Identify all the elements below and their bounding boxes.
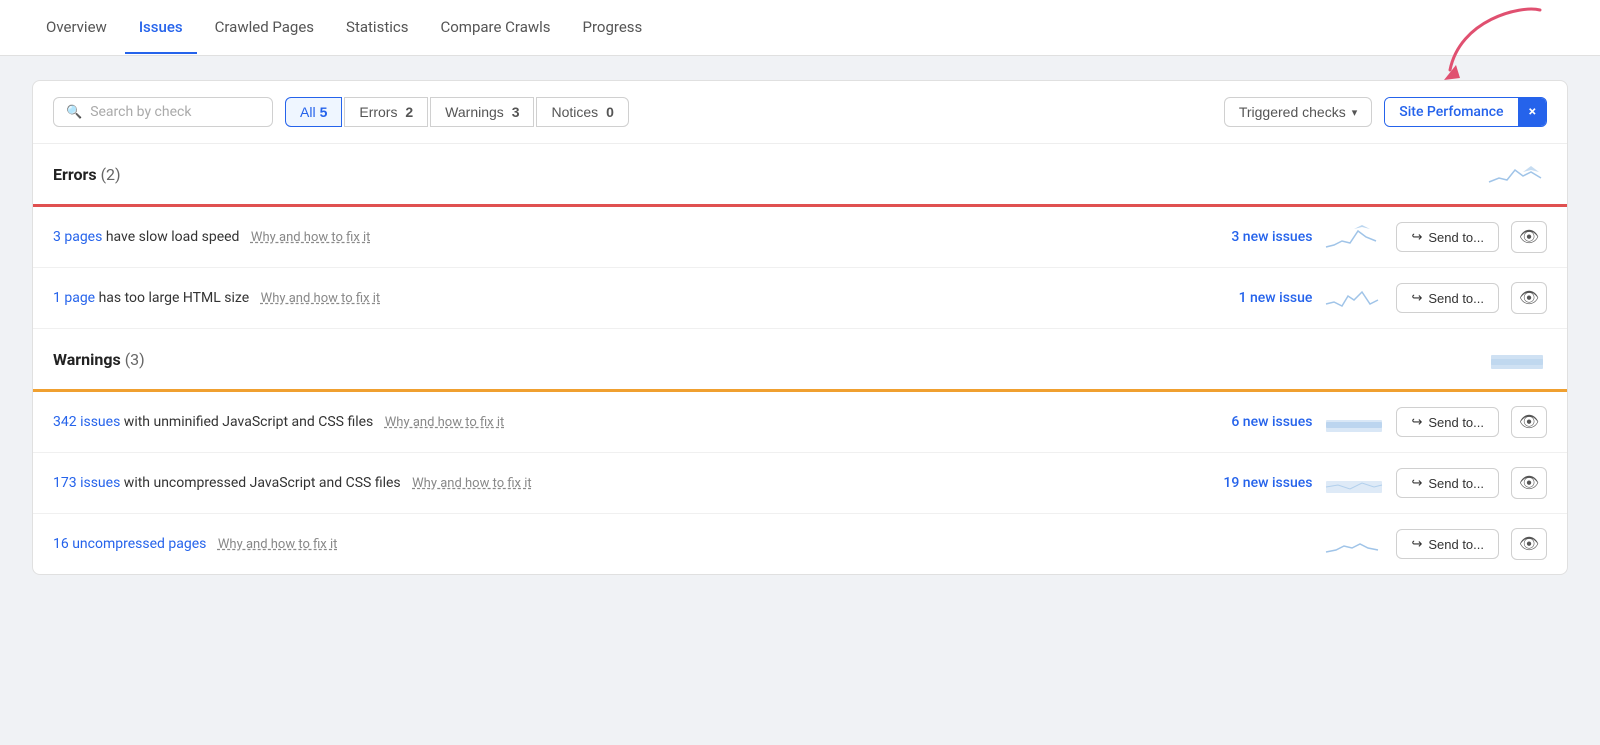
error-2-fix-link[interactable]: Why and how to fix it bbox=[261, 291, 381, 306]
warnings-summary-sparkline bbox=[1487, 343, 1547, 375]
warning-2-send-button[interactable]: ↪ Send to... bbox=[1396, 468, 1499, 498]
issues-card: 🔍 Search by check All5 Errors 2 Warnings… bbox=[32, 80, 1568, 575]
warning-2-text: 173 issues with uncompressed JavaScript … bbox=[53, 475, 1180, 491]
errors-title: Errors (2) bbox=[53, 165, 121, 184]
triggered-checks-button[interactable]: Triggered checks ▾ bbox=[1224, 97, 1372, 127]
error-1-eye-button[interactable]: 👁 bbox=[1511, 221, 1547, 253]
errors-summary-sparkline bbox=[1487, 158, 1547, 190]
warnings-section-header: Warnings (3) bbox=[33, 329, 1567, 389]
error-1-fix-link[interactable]: Why and how to fix it bbox=[251, 230, 371, 245]
warning-3-sparkline bbox=[1324, 528, 1384, 560]
filter-notices[interactable]: Notices 0 bbox=[536, 97, 628, 127]
eye-icon: 👁 bbox=[1519, 227, 1539, 247]
warnings-title: Warnings (3) bbox=[53, 350, 145, 369]
filter-errors[interactable]: Errors 2 bbox=[344, 97, 428, 127]
errors-section-header: Errors (2) bbox=[33, 144, 1567, 204]
nav-issues[interactable]: Issues bbox=[125, 2, 197, 54]
filter-warnings[interactable]: Warnings 3 bbox=[430, 97, 534, 127]
share-icon: ↪ bbox=[1411, 414, 1422, 430]
eye-icon: 👁 bbox=[1519, 473, 1539, 493]
warning-2-fix-link[interactable]: Why and how to fix it bbox=[412, 476, 532, 491]
search-icon: 🔍 bbox=[66, 105, 82, 120]
site-performance-label[interactable]: Site Perfomance bbox=[1385, 98, 1517, 126]
chevron-down-icon: ▾ bbox=[1352, 106, 1358, 119]
filter-all[interactable]: All5 bbox=[285, 97, 342, 127]
error-2-text: 1 page has too large HTML size Why and h… bbox=[53, 290, 1180, 306]
warning-2-new-issues: 19 new issues bbox=[1192, 475, 1312, 491]
warning-row-1: 342 issues with unminified JavaScript an… bbox=[33, 392, 1567, 453]
warning-1-new-issues: 6 new issues bbox=[1192, 414, 1312, 430]
warning-2-eye-button[interactable]: 👁 bbox=[1511, 467, 1547, 499]
eye-icon: 👁 bbox=[1519, 412, 1539, 432]
warning-1-sparkline bbox=[1324, 406, 1384, 438]
error-1-sparkline bbox=[1324, 221, 1384, 253]
error-1-send-button[interactable]: ↪ Send to... bbox=[1396, 222, 1499, 252]
share-icon: ↪ bbox=[1411, 290, 1422, 306]
error-2-send-button[interactable]: ↪ Send to... bbox=[1396, 283, 1499, 313]
error-2-sparkline bbox=[1324, 282, 1384, 314]
warning-1-link[interactable]: 342 issues bbox=[53, 414, 120, 430]
filter-group: All5 Errors 2 Warnings 3 Notices 0 bbox=[285, 97, 629, 127]
error-1-text: 3 pages have slow load speed Why and how… bbox=[53, 229, 1180, 245]
main-nav: Overview Issues Crawled Pages Statistics… bbox=[0, 0, 1600, 56]
error-1-new-issues: 3 new issues bbox=[1192, 229, 1312, 245]
toolbar: 🔍 Search by check All5 Errors 2 Warnings… bbox=[33, 81, 1567, 144]
warning-2-sparkline bbox=[1324, 467, 1384, 499]
nav-overview[interactable]: Overview bbox=[32, 2, 121, 54]
share-icon: ↪ bbox=[1411, 229, 1422, 245]
site-performance-close[interactable]: × bbox=[1518, 98, 1546, 126]
error-2-eye-button[interactable]: 👁 bbox=[1511, 282, 1547, 314]
warning-1-text: 342 issues with unminified JavaScript an… bbox=[53, 414, 1180, 430]
search-placeholder: Search by check bbox=[90, 104, 191, 120]
warning-3-fix-link[interactable]: Why and how to fix it bbox=[218, 537, 338, 552]
nav-progress[interactable]: Progress bbox=[569, 2, 657, 54]
warning-row-3: 16 uncompressed pages Why and how to fix… bbox=[33, 514, 1567, 574]
warning-1-send-button[interactable]: ↪ Send to... bbox=[1396, 407, 1499, 437]
share-icon: ↪ bbox=[1411, 536, 1422, 552]
error-row-1: 3 pages have slow load speed Why and how… bbox=[33, 207, 1567, 268]
nav-compare-crawls[interactable]: Compare Crawls bbox=[426, 2, 564, 54]
eye-icon: 👁 bbox=[1519, 288, 1539, 308]
search-box[interactable]: 🔍 Search by check bbox=[53, 97, 273, 127]
warning-3-send-button[interactable]: ↪ Send to... bbox=[1396, 529, 1499, 559]
nav-statistics[interactable]: Statistics bbox=[332, 2, 422, 54]
triggered-checks-label: Triggered checks bbox=[1239, 104, 1346, 120]
warning-2-link[interactable]: 173 issues bbox=[53, 475, 120, 491]
error-2-new-issues: 1 new issue bbox=[1192, 290, 1312, 306]
site-performance-filter: Site Perfomance × bbox=[1384, 97, 1547, 127]
error-2-link[interactable]: 1 page bbox=[53, 290, 95, 306]
warning-3-link[interactable]: 16 uncompressed pages bbox=[53, 536, 206, 552]
share-icon: ↪ bbox=[1411, 475, 1422, 491]
error-row-2: 1 page has too large HTML size Why and h… bbox=[33, 268, 1567, 329]
eye-icon: 👁 bbox=[1519, 534, 1539, 554]
warning-1-fix-link[interactable]: Why and how to fix it bbox=[385, 415, 505, 430]
error-1-link[interactable]: 3 pages bbox=[53, 229, 102, 245]
warning-1-eye-button[interactable]: 👁 bbox=[1511, 406, 1547, 438]
warning-3-text: 16 uncompressed pages Why and how to fix… bbox=[53, 536, 1180, 552]
warning-3-eye-button[interactable]: 👁 bbox=[1511, 528, 1547, 560]
warning-row-2: 173 issues with uncompressed JavaScript … bbox=[33, 453, 1567, 514]
nav-crawled-pages[interactable]: Crawled Pages bbox=[201, 2, 328, 54]
